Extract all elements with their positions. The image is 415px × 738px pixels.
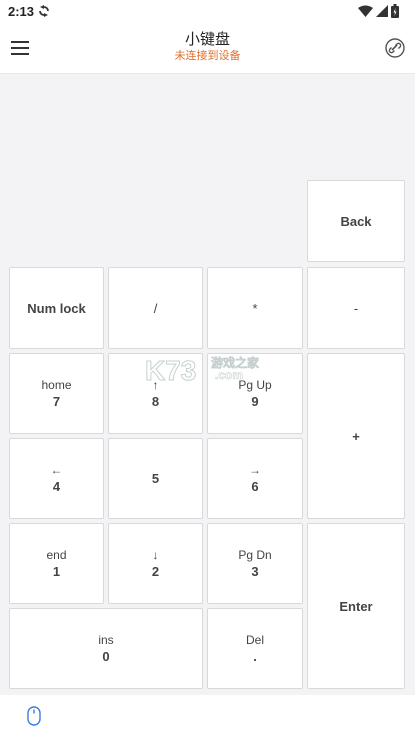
- mouse-icon: [27, 706, 41, 726]
- key-3-secondary: Pg Dn: [238, 547, 272, 562]
- app-bar: 小键盘 未连接到设备: [0, 24, 415, 74]
- key-divide-label: /: [153, 300, 158, 316]
- key-3[interactable]: Pg Dn 3: [207, 523, 303, 604]
- key-9[interactable]: Pg Up 9: [207, 353, 303, 434]
- link-device-icon: [385, 38, 405, 58]
- key-numlock-label: Num lock: [27, 300, 86, 316]
- key-decimal-primary: .: [253, 648, 257, 664]
- title-block: 小键盘 未连接到设备: [0, 30, 415, 64]
- key-enter-label: Enter: [339, 598, 373, 614]
- wifi-icon: [358, 5, 373, 17]
- key-plus[interactable]: +: [307, 353, 405, 519]
- key-7-secondary: home: [41, 377, 72, 392]
- key-minus[interactable]: -: [307, 267, 405, 349]
- key-multiply[interactable]: *: [207, 267, 303, 349]
- key-9-secondary: Pg Up: [238, 377, 272, 392]
- key-6[interactable]: → 6: [207, 438, 303, 519]
- battery-icon: [391, 4, 399, 18]
- key-numlock[interactable]: Num lock: [9, 267, 104, 349]
- key-plus-label: +: [352, 428, 360, 444]
- key-divide[interactable]: /: [108, 267, 203, 349]
- key-0-secondary: ins: [98, 632, 114, 647]
- key-5-label: 5: [151, 471, 160, 486]
- key-8-secondary: ↑: [152, 377, 159, 392]
- key-7-primary: 7: [52, 393, 61, 409]
- key-8[interactable]: ↑ 8: [108, 353, 203, 434]
- key-back-label: Back: [340, 213, 372, 229]
- connection-status: 未连接到设备: [174, 50, 241, 62]
- key-8-primary: 8: [151, 393, 160, 409]
- key-2-primary: 2: [151, 563, 160, 579]
- key-6-secondary: →: [249, 462, 261, 477]
- key-decimal[interactable]: Del .: [207, 608, 303, 689]
- key-4[interactable]: ← 4: [9, 438, 104, 519]
- key-1-primary: 1: [52, 563, 61, 579]
- key-minus-label: -: [353, 300, 359, 316]
- status-bar: 2:13: [0, 0, 415, 24]
- key-4-secondary: ←: [50, 462, 63, 477]
- key-back[interactable]: Back: [307, 180, 405, 262]
- key-multiply-label: *: [252, 300, 258, 316]
- key-0[interactable]: ins 0: [9, 608, 203, 689]
- key-decimal-secondary: Del: [245, 632, 264, 647]
- page-title: 小键盘: [184, 31, 230, 48]
- key-enter[interactable]: Enter: [307, 523, 405, 689]
- key-6-primary: 6: [251, 478, 259, 494]
- key-5[interactable]: 5: [108, 438, 203, 519]
- status-time: 2:13: [8, 4, 35, 19]
- signal-icon: [376, 5, 388, 17]
- bottom-bar: [0, 695, 415, 738]
- key-1-secondary: end: [46, 547, 67, 562]
- key-4-primary: 4: [52, 478, 61, 494]
- key-7[interactable]: home 7: [9, 353, 104, 434]
- key-3-primary: 3: [251, 563, 259, 579]
- connect-device-button[interactable]: [383, 36, 407, 60]
- key-1[interactable]: end 1: [9, 523, 104, 604]
- status-icons: [358, 4, 399, 18]
- key-9-primary: 9: [251, 393, 259, 409]
- sync-icon: [39, 5, 49, 17]
- mouse-mode-button[interactable]: [27, 706, 45, 728]
- key-2-secondary: ↓: [152, 547, 159, 562]
- key-2[interactable]: ↓ 2: [108, 523, 203, 604]
- key-0-primary: 0: [102, 648, 110, 664]
